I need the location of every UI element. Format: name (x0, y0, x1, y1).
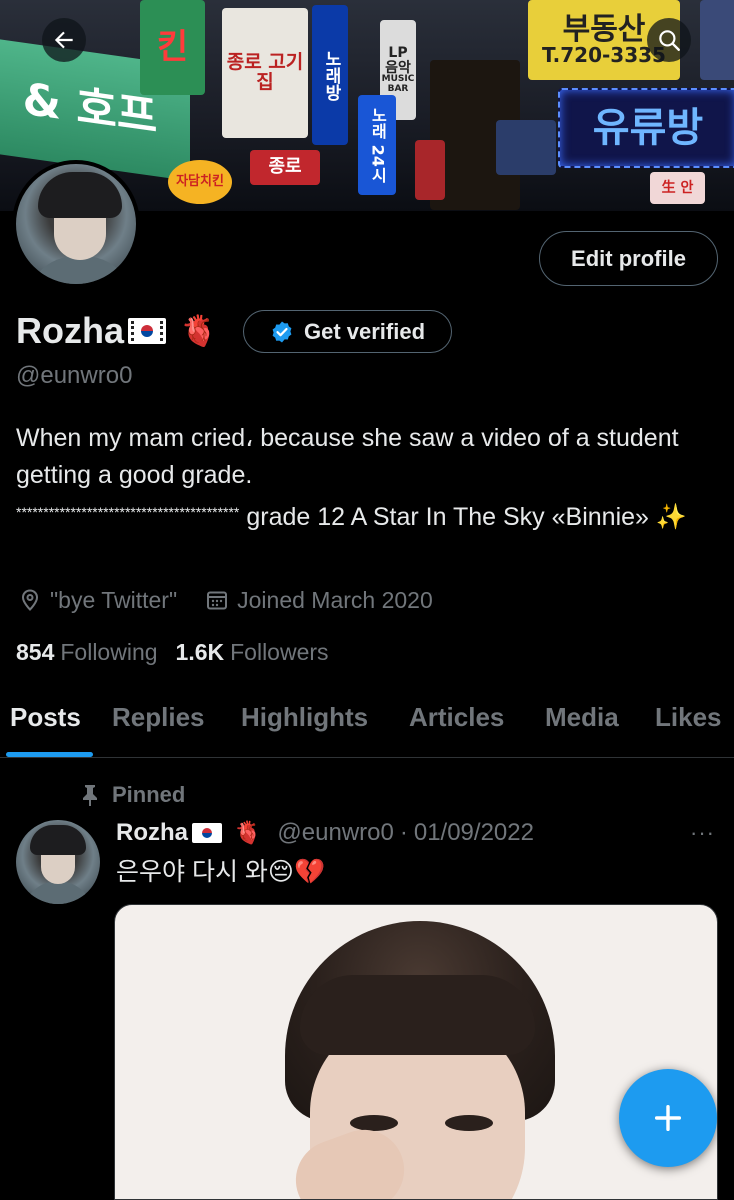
tab-articles[interactable]: Articles (409, 702, 504, 733)
display-name: Rozha (16, 310, 124, 351)
profile-name-row: Rozha 🫀 (16, 306, 217, 356)
bio-stars: ****************************************… (16, 504, 240, 520)
profile-stats-row: 854 Following 1.6K Followers (16, 636, 347, 668)
compose-post-button[interactable] (619, 1069, 717, 1167)
profile-tabs: Posts Replies Highlights Articles Media … (0, 690, 734, 758)
media-fringe-shape (300, 975, 535, 1055)
plus-icon (654, 1104, 682, 1132)
banner-sign-24: 노래 24시 (358, 95, 396, 195)
followers-count[interactable]: 1.6K (176, 639, 225, 666)
banner-sign-red-vertical (415, 140, 445, 200)
avatar-body-shape (26, 256, 134, 284)
tab-media[interactable]: Media (545, 702, 619, 733)
search-button[interactable] (647, 18, 691, 62)
post-more-button[interactable]: ··· (690, 820, 715, 846)
banner-sign-meat: 종로 고기집 (222, 8, 308, 138)
back-button[interactable] (42, 18, 86, 62)
banner-sign-karaoke: 노래방 (312, 5, 348, 145)
search-icon (659, 30, 680, 51)
calendar-icon (207, 591, 228, 610)
post-avatar-hair-shape (30, 825, 86, 855)
joined-item: Joined March 2020 (205, 587, 433, 614)
post-heart-emoji: 🫀 (234, 820, 262, 845)
get-verified-label: Get verified (303, 318, 426, 344)
post-korea-flag-icon (192, 823, 222, 843)
banner-sign-lit (496, 120, 556, 175)
tab-highlights[interactable]: Highlights (241, 702, 368, 733)
post-text: 은우야 다시 와😔💔 (116, 858, 326, 886)
banner-sign-chicken: 킨 (140, 0, 205, 95)
joined-text: Joined March 2020 (237, 586, 433, 613)
location-text: "bye Twitter" (50, 586, 178, 613)
followers-label[interactable]: Followers (230, 639, 328, 666)
banner-sign-lp-text: LP 음악 (385, 44, 411, 76)
tab-likes[interactable]: Likes (655, 702, 722, 733)
get-verified-button[interactable]: Get verified (243, 310, 452, 353)
pin-icon (83, 785, 97, 806)
verified-badge-icon (272, 321, 292, 342)
location-item: "bye Twitter" (18, 587, 177, 614)
post-separator: · (399, 819, 408, 846)
korea-flag-icon (128, 318, 166, 344)
media-eye-right (445, 1115, 493, 1131)
active-tab-indicator (6, 752, 93, 757)
banner-sign-realestate-text: 부동산 (562, 11, 646, 47)
post-avatar[interactable] (16, 820, 100, 904)
banner-sign-musicbar: MUSIC BAR (381, 74, 415, 94)
banner-sign-pink: 生 안 (650, 172, 705, 204)
edit-profile-button[interactable]: Edit profile (539, 231, 718, 286)
post-media-image[interactable] (114, 904, 718, 1200)
post-date[interactable]: 01/09/2022 (414, 819, 534, 847)
tab-replies[interactable]: Replies (112, 702, 205, 733)
banner-sign-chicken-round: 자담치킨 (168, 160, 232, 204)
arrow-left-icon (54, 31, 73, 49)
pinned-label: Pinned (112, 782, 186, 807)
following-label[interactable]: Following (60, 639, 157, 666)
banner-sign-phone: T.720-3335 (542, 43, 666, 68)
profile-meta-row: "bye Twitter" Joined March 2020 (18, 584, 461, 616)
profile-bio: When my mam cried، because she saw a vid… (16, 420, 706, 536)
post-header: Rozha 🫀 @eunwro0 · 01/09/2022 (116, 816, 534, 850)
banner-sign-jongno: 종로 (250, 150, 320, 185)
anatomical-heart-emoji: 🫀 (180, 314, 218, 348)
banner-sign-neon: 유류방 (558, 88, 734, 168)
following-count[interactable]: 854 (16, 639, 54, 666)
avatar-hair-shape (38, 172, 122, 218)
post-avatar-body-shape (22, 881, 94, 904)
post-author-name[interactable]: Rozha (116, 819, 188, 847)
profile-avatar[interactable] (12, 160, 140, 288)
location-pin-icon (21, 589, 39, 611)
bio-line-2: grade 12 A Star In The Sky «Binnie» ✨ (239, 503, 687, 531)
tab-posts[interactable]: Posts (10, 702, 81, 733)
pinned-indicator: Pinned (80, 780, 185, 810)
bio-line-1: When my mam cried، because she saw a vid… (16, 424, 679, 489)
post-author-handle[interactable]: @eunwro0 (277, 819, 393, 847)
banner-sign-edge (700, 0, 734, 80)
media-eye-left (350, 1115, 398, 1131)
profile-handle: @eunwro0 (16, 362, 133, 389)
